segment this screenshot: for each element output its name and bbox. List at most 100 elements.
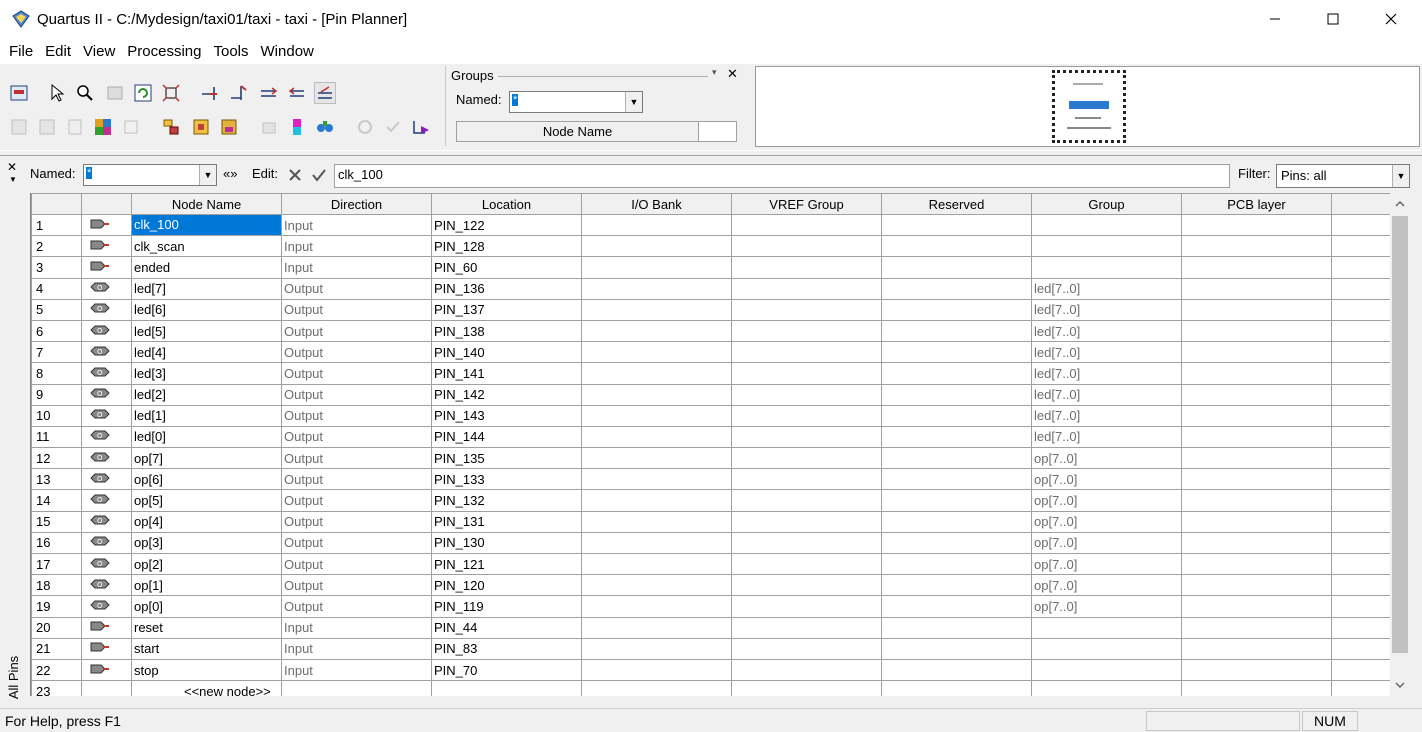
row-number[interactable]: 20 <box>31 616 82 639</box>
reserved-cell[interactable] <box>881 658 1032 682</box>
vref-group-cell[interactable] <box>731 447 882 470</box>
location-cell[interactable]: PIN_121 <box>431 552 582 576</box>
io-bank-cell[interactable] <box>581 489 732 512</box>
table-row[interactable]: 6 Oled[5] Output PIN_138 led[7..0] <box>31 319 1390 343</box>
io-bank-cell[interactable] <box>581 616 732 639</box>
location-cell[interactable]: PIN_132 <box>431 489 582 512</box>
io-bank-cell[interactable] <box>581 362 732 385</box>
row-number[interactable]: 21 <box>31 637 82 660</box>
device-package-icon[interactable] <box>1052 70 1126 143</box>
node-name-cell[interactable]: op[3] <box>131 531 282 555</box>
location-cell[interactable]: PIN_140 <box>431 341 582 364</box>
reserved-cell[interactable] <box>881 362 1032 385</box>
location-cell[interactable] <box>431 680 582 696</box>
color-bar-icon[interactable] <box>286 116 308 138</box>
group-cell[interactable] <box>1031 680 1182 696</box>
group-cell[interactable]: op[7..0] <box>1031 552 1182 576</box>
extra-cell[interactable] <box>1331 637 1390 660</box>
io-bank-cell[interactable] <box>581 213 732 237</box>
node-name-cell[interactable]: led[2] <box>131 383 282 406</box>
groups-menu-arrow-icon[interactable]: ▾ <box>712 67 717 78</box>
icon-header[interactable] <box>81 193 132 215</box>
io-bank-cell[interactable] <box>581 256 732 279</box>
pcb-layer-cell[interactable] <box>1181 680 1332 696</box>
input-pin-icon[interactable] <box>81 658 132 682</box>
output-pin-icon[interactable]: O <box>81 362 132 385</box>
menu-tools[interactable]: Tools <box>207 43 254 60</box>
extra-cell[interactable] <box>1331 256 1390 279</box>
reserved-cell[interactable] <box>881 319 1032 343</box>
table-row[interactable]: 9 Oled[2] Output PIN_142 led[7..0] <box>31 383 1390 406</box>
row-number[interactable]: 22 <box>31 658 82 682</box>
vref-group-cell[interactable] <box>731 341 882 364</box>
row-number[interactable]: 8 <box>31 362 82 385</box>
zoom-icon[interactable] <box>74 82 96 104</box>
row-number[interactable]: 5 <box>31 298 82 321</box>
io-bank-cell[interactable] <box>581 319 732 343</box>
node-name-cell[interactable]: op[7] <box>131 447 282 470</box>
reserved-cell[interactable] <box>881 404 1032 427</box>
io-bank-cell[interactable] <box>581 595 732 618</box>
col-group[interactable]: Group <box>1031 193 1182 215</box>
select-pointer-icon[interactable] <box>46 82 68 104</box>
output-pin-icon[interactable]: O <box>81 489 132 512</box>
reserved-cell[interactable] <box>881 341 1032 364</box>
pcb-layer-cell[interactable] <box>1181 404 1332 427</box>
vref-group-cell[interactable] <box>731 235 882 258</box>
table-row[interactable]: 1 clk_100 Input PIN_122 <box>31 213 1390 237</box>
col-extra[interactable] <box>1331 193 1390 215</box>
reserved-cell[interactable] <box>881 235 1032 258</box>
color-grid-icon[interactable] <box>92 116 114 138</box>
direction-cell[interactable]: Output <box>281 595 432 618</box>
pcb-layer-cell[interactable] <box>1181 531 1332 555</box>
reserved-cell[interactable] <box>881 213 1032 237</box>
io-bank-cell[interactable] <box>581 404 732 427</box>
direction-cell[interactable]: Output <box>281 531 432 555</box>
input-pin-icon[interactable] <box>81 616 132 639</box>
direction-cell[interactable]: Output <box>281 447 432 470</box>
assign-pin-left-icon[interactable] <box>199 82 221 104</box>
vref-group-cell[interactable] <box>731 362 882 385</box>
io-bank-cell[interactable] <box>581 468 732 491</box>
group-cell[interactable]: op[7..0] <box>1031 595 1182 618</box>
groups-node-name-header[interactable]: Node Name <box>457 122 699 141</box>
io-bank-cell[interactable] <box>581 341 732 364</box>
node-name-cell[interactable]: op[4] <box>131 510 282 533</box>
reserved-cell[interactable] <box>881 637 1032 660</box>
group-cell[interactable]: led[7..0] <box>1031 404 1182 427</box>
vref-group-cell[interactable] <box>731 256 882 279</box>
node-name-cell[interactable]: led[0] <box>131 425 282 449</box>
io-bank-cell[interactable] <box>581 637 732 660</box>
col-io-bank[interactable]: I/O Bank <box>581 193 732 215</box>
group-pins-icon[interactable] <box>160 116 182 138</box>
table-row[interactable]: 23 <<new node>> <box>31 680 1390 696</box>
row-number[interactable]: 16 <box>31 531 82 555</box>
reserved-cell[interactable] <box>881 531 1032 555</box>
groups-named-combo[interactable]: * ▼ <box>509 91 643 113</box>
row-number[interactable]: 19 <box>31 595 82 618</box>
group-cell[interactable] <box>1031 235 1182 258</box>
accept-edit-icon[interactable] <box>309 165 329 185</box>
reserved-cell[interactable] <box>881 574 1032 597</box>
output-pin-icon[interactable]: O <box>81 383 132 406</box>
table-scrollbar[interactable] <box>1391 193 1409 696</box>
vref-group-cell[interactable] <box>731 277 882 300</box>
node-name-cell[interactable]: op[2] <box>131 552 282 576</box>
extra-cell[interactable] <box>1331 298 1390 321</box>
vref-group-cell[interactable] <box>731 658 882 682</box>
vref-group-cell[interactable] <box>731 404 882 427</box>
group-cell[interactable] <box>1031 637 1182 660</box>
pcb-layer-cell[interactable] <box>1181 489 1332 512</box>
col-location[interactable]: Location <box>431 193 582 215</box>
col-node-name[interactable]: Node Name <box>131 193 282 215</box>
fit-in-window-icon[interactable] <box>160 82 182 104</box>
table-row[interactable]: 5 Oled[6] Output PIN_137 led[7..0] <box>31 298 1390 321</box>
direction-cell[interactable]: Output <box>281 383 432 406</box>
menu-edit[interactable]: Edit <box>39 43 77 60</box>
io-bank-cell[interactable] <box>581 510 732 533</box>
assign-pin-swap-icon[interactable] <box>286 82 308 104</box>
reserved-cell[interactable] <box>881 447 1032 470</box>
table-row[interactable]: 22 stop Input PIN_70 <box>31 658 1390 682</box>
location-cell[interactable]: PIN_122 <box>431 213 582 237</box>
table-row[interactable]: 7 Oled[4] Output PIN_140 led[7..0] <box>31 341 1390 364</box>
